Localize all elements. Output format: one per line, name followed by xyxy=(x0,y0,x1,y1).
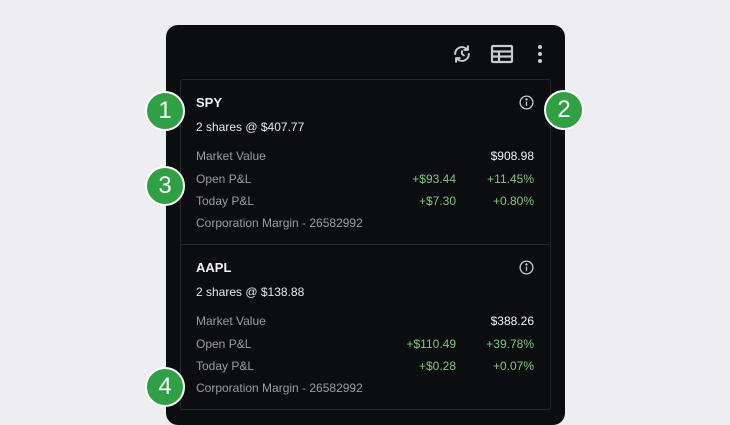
market-value-row: Market Value $908.98 xyxy=(196,149,534,165)
today-pl-label: Today P&L xyxy=(196,359,255,373)
more-vertical-icon[interactable] xyxy=(528,42,552,66)
callout-badge-4: 4 xyxy=(145,367,185,407)
today-pl-value: +$0.28 xyxy=(418,359,456,373)
market-value: $388.26 xyxy=(490,314,534,328)
market-value-label: Market Value xyxy=(196,314,266,328)
open-pl-label: Open P&L xyxy=(196,172,252,186)
today-pl-percent: +0.80% xyxy=(492,194,534,208)
open-pl-value: +$93.44 xyxy=(412,172,456,186)
account-label: Corporation Margin - 26582992 xyxy=(196,381,363,395)
position-symbol: AAPL xyxy=(196,260,232,275)
market-value: $908.98 xyxy=(490,149,534,163)
position-shares: 2 shares @ $407.77 xyxy=(196,120,305,134)
open-pl-percent: +11.45% xyxy=(487,172,534,186)
position-shares: 2 shares @ $138.88 xyxy=(196,285,305,299)
position-card-aapl[interactable]: AAPL 2 shares @ $138.88 Market Value $38… xyxy=(181,245,550,410)
open-pl-row: Open P&L +$110.49 +39.78% xyxy=(196,337,534,353)
callout-badge-3: 3 xyxy=(145,166,185,206)
position-card-spy[interactable]: SPY 2 shares @ $407.77 Market Value $908… xyxy=(181,80,550,245)
today-pl-value: +$7.30 xyxy=(418,194,456,208)
today-pl-row: Today P&L +$0.28 +0.07% xyxy=(196,359,534,375)
callout-badge-1: 1 xyxy=(145,91,185,131)
refresh-icon[interactable] xyxy=(450,42,474,66)
positions-panel: SPY 2 shares @ $407.77 Market Value $908… xyxy=(166,25,565,425)
account-row: Corporation Margin - 26582992 xyxy=(196,216,534,232)
open-pl-row: Open P&L +$93.44 +11.45% xyxy=(196,172,534,188)
open-pl-value: +$110.49 xyxy=(406,337,457,351)
positions-list: SPY 2 shares @ $407.77 Market Value $908… xyxy=(180,79,551,410)
account-label: Corporation Margin - 26582992 xyxy=(196,216,363,230)
market-value-label: Market Value xyxy=(196,149,266,163)
info-icon[interactable] xyxy=(519,95,534,110)
open-pl-label: Open P&L xyxy=(196,337,252,351)
today-pl-label: Today P&L xyxy=(196,194,255,208)
info-icon[interactable] xyxy=(519,260,534,275)
open-pl-percent: +39.78% xyxy=(486,337,534,351)
today-pl-row: Today P&L +$7.30 +0.80% xyxy=(196,194,534,210)
today-pl-percent: +0.07% xyxy=(492,359,534,373)
account-row: Corporation Margin - 26582992 xyxy=(196,381,534,397)
market-value-row: Market Value $388.26 xyxy=(196,314,534,330)
callout-badge-2: 2 xyxy=(544,90,584,130)
position-symbol: SPY xyxy=(196,95,223,110)
table-view-icon[interactable] xyxy=(490,42,514,66)
